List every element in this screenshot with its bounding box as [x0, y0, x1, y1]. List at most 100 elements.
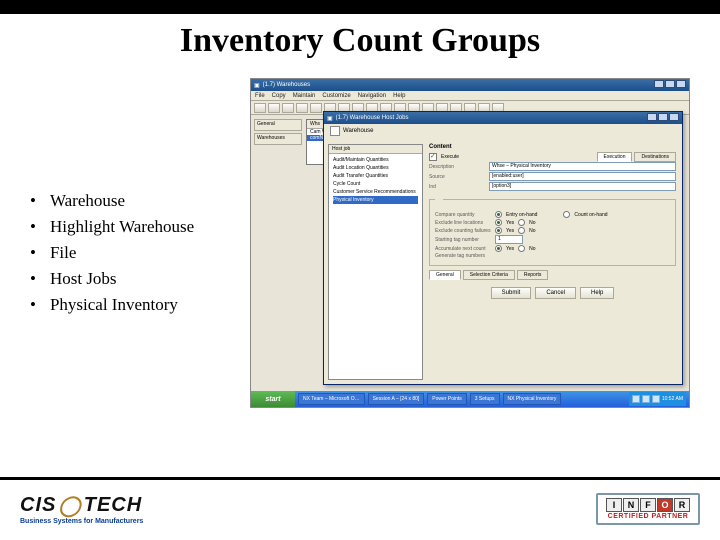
tab-execution[interactable]: Execution: [597, 152, 633, 162]
bullet-item: Host Jobs: [30, 266, 250, 292]
compare-opt2: Count on-hand: [574, 212, 607, 218]
toolbar-button[interactable]: [282, 103, 294, 113]
no-label: No: [529, 228, 535, 234]
bullet-item: Highlight Warehouse: [30, 214, 250, 240]
taskbar[interactable]: start NX Team – Microsoft O… Session A –…: [251, 391, 689, 407]
tree-item-selected[interactable]: Physical Inventory: [333, 196, 418, 204]
toolbar-button[interactable]: [296, 103, 308, 113]
col-whs[interactable]: Whs: [307, 120, 324, 128]
menu-maintain[interactable]: Maintain: [293, 93, 316, 99]
tree-item[interactable]: Audit Location Quantities: [333, 164, 418, 172]
tree-header: Host job: [329, 145, 422, 154]
menu-navigation[interactable]: Navigation: [358, 93, 386, 99]
infor-brand: INFOR: [606, 498, 690, 512]
tree-item[interactable]: Audit Transfer Quantities: [333, 172, 418, 180]
close-icon[interactable]: [669, 113, 679, 121]
content-label: Content: [429, 144, 676, 150]
maximize-icon[interactable]: [665, 80, 675, 88]
menu-help[interactable]: Help: [393, 93, 405, 99]
outer-window: ▣ (1.7) Warehouses File Copy Maintain Cu…: [251, 79, 689, 407]
app-icon: ▣: [327, 115, 333, 122]
minimize-icon[interactable]: [647, 113, 657, 121]
system-tray[interactable]: 10:52 AM: [629, 392, 686, 406]
compare-radio-count[interactable]: [563, 211, 570, 218]
options-group: Compare quantity Entry on-hand Count on-…: [429, 199, 676, 266]
yes-label: Yes: [506, 228, 514, 234]
bullet-item: Physical Inventory: [30, 292, 250, 318]
tab-destinations[interactable]: Destinations: [634, 152, 676, 162]
minimize-icon[interactable]: [654, 80, 664, 88]
source-label: Source: [429, 174, 485, 180]
window-controls[interactable]: [653, 80, 686, 90]
sidebar-item-warehouses[interactable]: Warehouses: [254, 133, 302, 145]
sidebar-item-general[interactable]: General: [254, 119, 302, 131]
radio-no[interactable]: [518, 227, 525, 234]
execute-checkbox[interactable]: [429, 153, 437, 161]
yes-label: Yes: [506, 220, 514, 226]
tree-item[interactable]: Audit/Maintain Quantities: [333, 156, 418, 164]
menu-customize[interactable]: Customize: [322, 93, 350, 99]
radio-yes[interactable]: [495, 245, 502, 252]
taskbar-item[interactable]: NX Team – Microsoft O…: [298, 393, 365, 405]
close-icon[interactable]: [676, 80, 686, 88]
tab-reports[interactable]: Reports: [517, 270, 549, 280]
form-panel: Content Execute Execution Destinations: [423, 124, 682, 384]
inner-titlebar[interactable]: ▣ (1.7) Warehouse Host Jobs: [324, 112, 682, 124]
inner-window: ▣ (1.7) Warehouse Host Jobs Warehouse Ho…: [323, 111, 683, 385]
starting-tag-field[interactable]: 1: [495, 235, 523, 244]
tab-general[interactable]: General: [429, 270, 461, 280]
cancel-button[interactable]: Cancel: [535, 287, 576, 299]
compare-label: Compare quantity: [435, 212, 491, 218]
slide-title: Inventory Count Groups: [0, 22, 720, 60]
slide-top-bar: [0, 0, 720, 14]
window-controls[interactable]: [646, 113, 679, 123]
clock: 10:52 AM: [662, 396, 683, 402]
maximize-icon[interactable]: [658, 113, 668, 121]
source-field[interactable]: [enabled:user]: [489, 172, 676, 181]
tree-item[interactable]: Customer Service Recommendations: [333, 188, 418, 196]
execute-label: Execute: [441, 154, 459, 160]
exclude-count-label: Exclude counting failures: [435, 228, 491, 234]
menu-file[interactable]: File: [255, 93, 265, 99]
infor-tag: CERTIFIED PARTNER: [606, 513, 690, 520]
bottom-tabs[interactable]: General Selection Criteria Reports: [429, 270, 676, 280]
tab-selection-criteria[interactable]: Selection Criteria: [463, 270, 515, 280]
menu-bar[interactable]: File Copy Maintain Customize Navigation …: [251, 91, 689, 101]
description-field[interactable]: Whse – Physical Inventory: [489, 162, 676, 171]
options-title: [435, 196, 443, 202]
bullet-item: Warehouse: [30, 188, 250, 214]
content-tabs[interactable]: Execution Destinations: [597, 152, 676, 162]
generate-tag-label: Generate tag numbers: [435, 253, 491, 259]
toolbar-button[interactable]: [254, 103, 266, 113]
radio-yes[interactable]: [495, 219, 502, 226]
menu-copy[interactable]: Copy: [272, 93, 286, 99]
host-job-tree[interactable]: Host job Audit/Maintain Quantities Audit…: [328, 144, 423, 380]
bullet-item: File: [30, 240, 250, 266]
cistech-logo: CIS◯TECH Business Systems for Manufactur…: [20, 493, 143, 525]
no-label: No: [529, 246, 535, 252]
radio-yes[interactable]: [495, 227, 502, 234]
exclude-line-label: Exclude line locations: [435, 220, 491, 226]
outer-sidebar: General Warehouses: [254, 119, 302, 147]
tray-icon[interactable]: [632, 395, 640, 403]
compare-radio-entry[interactable]: [495, 211, 502, 218]
taskbar-item[interactable]: 3 Setups: [470, 393, 500, 405]
inner-window-title: (1.7) Warehouse Host Jobs: [336, 115, 643, 121]
outer-titlebar[interactable]: ▣ (1.7) Warehouses: [251, 79, 689, 91]
toolbar-button[interactable]: [310, 103, 322, 113]
tray-icon[interactable]: [642, 395, 650, 403]
tray-icon[interactable]: [652, 395, 660, 403]
ind-label: Ind: [429, 184, 485, 190]
tree-item[interactable]: Cycle Count: [333, 180, 418, 188]
help-button[interactable]: Help: [580, 287, 614, 299]
taskbar-item[interactable]: Session A – [24 x 80]: [368, 393, 425, 405]
embedded-screenshot: ▣ (1.7) Warehouses File Copy Maintain Cu…: [250, 78, 690, 408]
submit-button[interactable]: Submit: [491, 287, 532, 299]
ind-field[interactable]: [option3]: [489, 182, 676, 191]
radio-no[interactable]: [518, 245, 525, 252]
radio-no[interactable]: [518, 219, 525, 226]
taskbar-item[interactable]: NX Physical Inventory: [503, 393, 562, 405]
taskbar-item[interactable]: Power Points: [427, 393, 466, 405]
start-button[interactable]: start: [251, 391, 295, 407]
toolbar-button[interactable]: [268, 103, 280, 113]
